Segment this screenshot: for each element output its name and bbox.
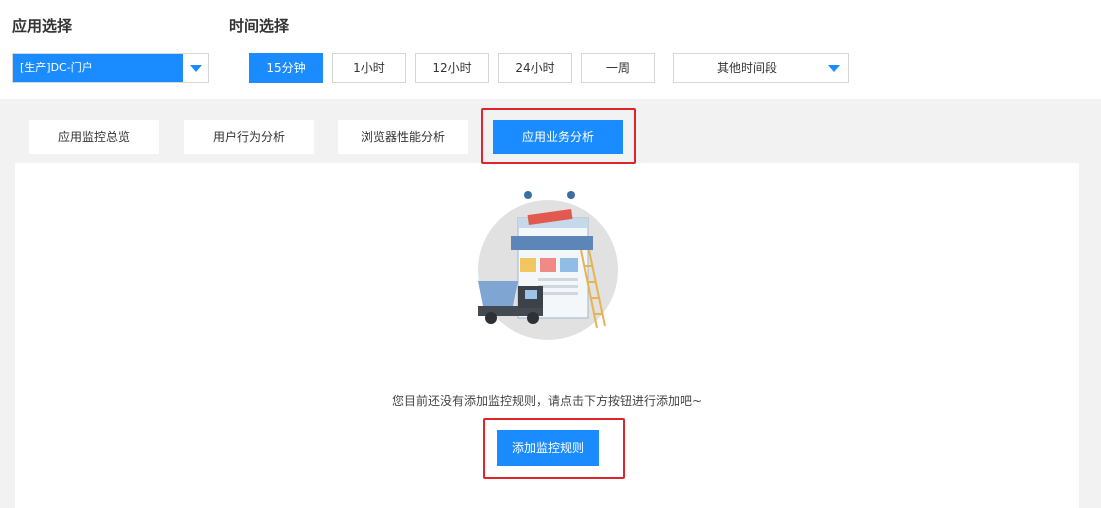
app-select-arrow[interactable] — [183, 54, 208, 82]
filter-panel: 应用选择 时间选择 [生产]DC-门户 15分钟 1小时 12小时 24小时 一… — [0, 0, 1101, 99]
tab-browser-performance-analysis[interactable]: 浏览器性能分析 — [338, 120, 468, 154]
illustration-line-3 — [538, 292, 578, 295]
illustration-truck-bed — [478, 281, 518, 306]
tab-app-business-analysis[interactable]: 应用业务分析 — [493, 120, 623, 154]
tab-app-monitor-overview[interactable]: 应用监控总览 — [29, 120, 159, 154]
time-option-1week[interactable]: 一周 — [581, 53, 655, 83]
illustration-truck-wheel-2 — [527, 312, 539, 324]
illustration-worker-right — [567, 191, 575, 199]
chevron-down-icon — [828, 64, 840, 72]
add-monitor-rule-button[interactable]: 添加监控规则 — [497, 430, 599, 466]
empty-state-message: 您目前还没有添加监控规则，请点击下方按钮进行添加吧~ — [391, 394, 703, 408]
illustration-tile-blue — [560, 258, 578, 272]
time-option-1h[interactable]: 1小时 — [332, 53, 406, 83]
tab-user-behavior-analysis[interactable]: 用户行为分析 — [184, 120, 314, 154]
illustration-line-2 — [538, 285, 578, 288]
other-time-range-arrow[interactable] — [820, 54, 848, 82]
illustration-tile-yellow — [520, 258, 536, 272]
illustration-truck-window — [525, 290, 537, 299]
time-select-label: 时间选择 — [229, 17, 290, 35]
illustration-line-1 — [538, 278, 578, 281]
app-select-dropdown[interactable]: [生产]DC-门户 — [12, 53, 209, 83]
illustration-worker-left — [524, 191, 532, 199]
illustration-blue-bar — [511, 236, 593, 250]
other-time-range-dropdown[interactable]: 其他时间段 — [673, 53, 849, 83]
chevron-down-icon — [189, 64, 202, 72]
app-select-label: 应用选择 — [12, 17, 73, 35]
empty-state-illustration — [478, 191, 618, 340]
time-option-12h[interactable]: 12小时 — [415, 53, 489, 83]
time-option-24h[interactable]: 24小时 — [498, 53, 572, 83]
app-select-value: [生产]DC-门户 — [13, 54, 183, 82]
time-option-15min[interactable]: 15分钟 — [249, 53, 323, 83]
other-time-range-label: 其他时间段 — [716, 61, 777, 75]
illustration-truck-wheel-1 — [485, 312, 497, 324]
illustration-tile-pink — [540, 258, 556, 272]
